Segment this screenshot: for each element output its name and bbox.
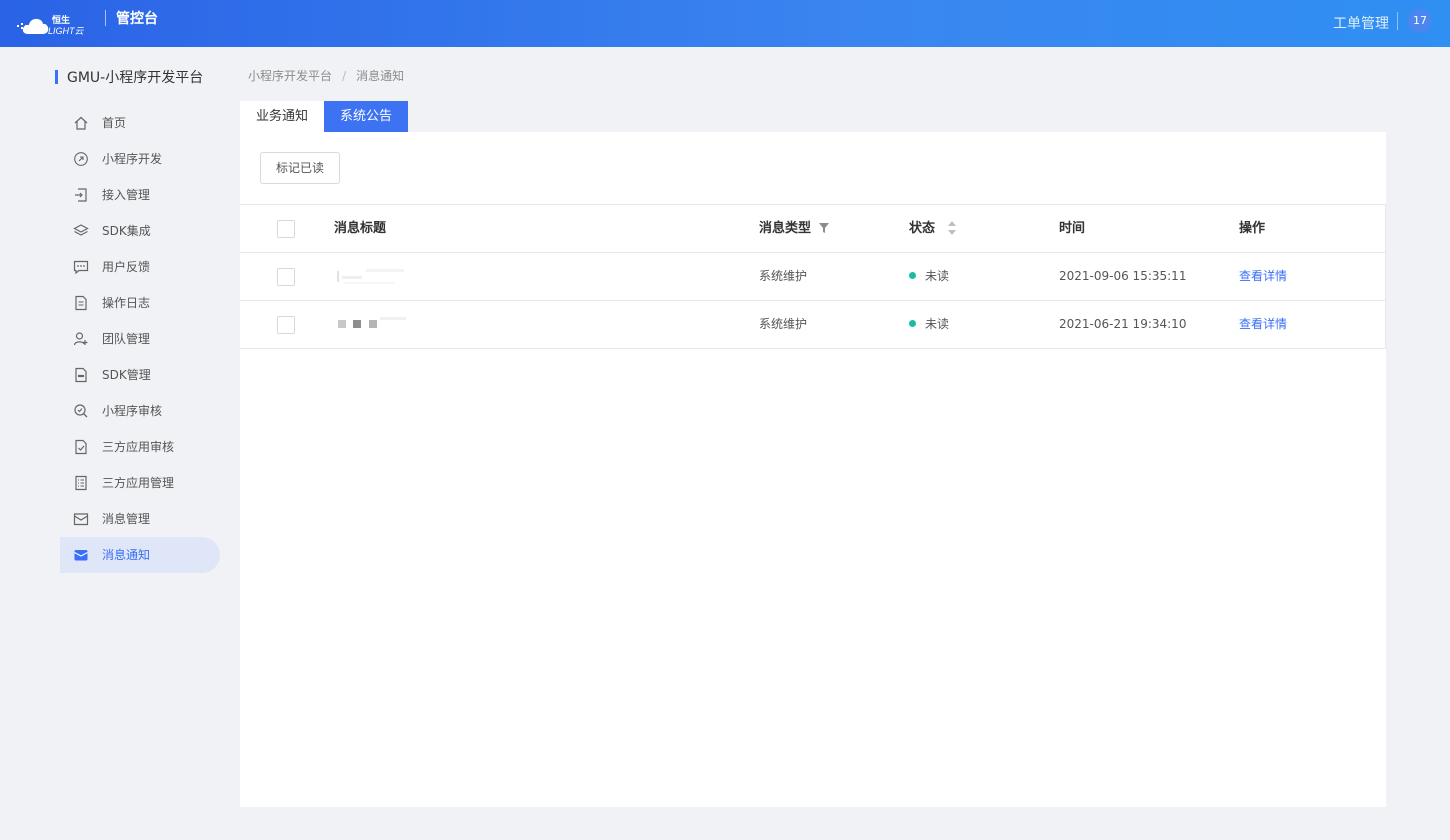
column-header-action: 操作 xyxy=(1239,221,1266,236)
sidebar-item-label: 小程序开发 xyxy=(102,152,163,166)
breadcrumb-separator: / xyxy=(342,69,347,83)
svg-text:恒生: 恒生 xyxy=(52,14,70,25)
app-title-accent-bar xyxy=(55,70,58,84)
user-add-icon xyxy=(73,332,88,346)
sidebar-item-label: 小程序审核 xyxy=(102,404,163,418)
content-panel: 标记已读 消息标题 消息类型 状态 时间 操作 系统维护 未读 2021-09-… xyxy=(240,132,1386,807)
sidebar-item-home[interactable]: 首页 xyxy=(60,105,220,141)
sidebar-item-team-management[interactable]: 团队管理 xyxy=(60,321,220,357)
redacted-title-image xyxy=(338,317,406,328)
row-status: 未读 xyxy=(909,301,949,348)
app-title-text: GMU-小程序开发平台 xyxy=(67,70,204,86)
sidebar-item-user-feedback[interactable]: 用户反馈 xyxy=(60,249,220,285)
sidebar-item-sdk-management[interactable]: SDK管理 xyxy=(60,357,220,393)
sidebar-item-label: 三方应用管理 xyxy=(102,476,175,490)
row-status-label: 未读 xyxy=(925,269,950,283)
check-file-icon xyxy=(75,439,87,455)
ticket-management-link[interactable]: 工单管理 xyxy=(1333,13,1389,33)
chat-icon xyxy=(73,260,89,275)
sidebar-item-message-notification[interactable]: 消息通知 xyxy=(60,537,220,573)
column-header-time: 时间 xyxy=(1059,221,1086,236)
sdk-file-icon xyxy=(75,367,87,383)
filter-icon[interactable] xyxy=(819,223,829,233)
row-status: 未读 xyxy=(909,253,949,300)
breadcrumb-item-current: 消息通知 xyxy=(356,69,405,83)
column-header-title: 消息标题 xyxy=(334,221,387,236)
sidebar-item-miniapp-review[interactable]: 小程序审核 xyxy=(60,393,220,429)
column-header-type-label: 消息类型 xyxy=(759,221,812,236)
sidebar-item-label: SDK集成 xyxy=(102,224,151,238)
status-unread-dot xyxy=(909,320,916,327)
breadcrumb: 小程序开发平台 / 消息通知 xyxy=(248,67,404,84)
list-file-icon xyxy=(75,475,87,491)
table-row: 系统维护 未读 2021-09-06 15:35:11 查看详情 xyxy=(240,253,1385,301)
sidebar-item-label: 操作日志 xyxy=(102,296,151,310)
sidebar-item-label: 首页 xyxy=(102,116,127,130)
sidebar-menu: 首页 小程序开发 接入管理 SDK集成 用户反馈 操作日志 团队管理 SDK管理… xyxy=(60,105,220,573)
row-type: 系统维护 xyxy=(759,269,808,283)
sidebar-item-label: 消息管理 xyxy=(102,512,151,526)
view-details-link[interactable]: 查看详情 xyxy=(1239,301,1287,348)
audit-search-icon xyxy=(74,404,88,418)
table-header-row: 消息标题 消息类型 状态 时间 操作 xyxy=(240,205,1385,253)
sidebar-item-sdk-integration[interactable]: SDK集成 xyxy=(60,213,220,249)
breadcrumb-item-platform[interactable]: 小程序开发平台 xyxy=(248,69,332,83)
sidebar-item-label: 团队管理 xyxy=(102,332,151,346)
row-checkbox[interactable] xyxy=(277,316,295,334)
sort-icon[interactable] xyxy=(947,221,957,235)
sidebar-item-message-management[interactable]: 消息管理 xyxy=(60,501,220,537)
logo-divider xyxy=(105,10,106,26)
column-header-type: 消息类型 xyxy=(759,205,839,252)
sidebar-item-label: 用户反馈 xyxy=(102,260,151,274)
redacted-title-image xyxy=(337,269,404,284)
tab-business-notice[interactable]: 业务通知 xyxy=(240,101,324,132)
sidebar-item-label: 三方应用审核 xyxy=(102,440,175,454)
mail-icon xyxy=(74,550,88,561)
hundsun-light-cloud-logo[interactable]: 恒生 LIGHT云 xyxy=(16,12,92,38)
svg-text:LIGHT云: LIGHT云 xyxy=(48,26,85,36)
header-divider xyxy=(1397,12,1398,30)
table-row: 系统维护 未读 2021-06-21 19:34:10 查看详情 xyxy=(240,301,1385,348)
row-time: 2021-06-21 19:34:10 xyxy=(1059,317,1187,331)
row-time: 2021-09-06 15:35:11 xyxy=(1059,269,1187,283)
layers-icon xyxy=(73,224,89,236)
row-checkbox[interactable] xyxy=(277,268,295,286)
sidebar-item-label: 消息通知 xyxy=(102,548,151,562)
sidebar-item-third-party-review[interactable]: 三方应用审核 xyxy=(60,429,220,465)
link-icon xyxy=(74,152,88,166)
column-header-status-label: 状态 xyxy=(909,221,936,236)
login-icon xyxy=(75,188,87,202)
mark-as-read-button[interactable]: 标记已读 xyxy=(260,152,340,184)
status-unread-dot xyxy=(909,272,916,279)
column-header-status: 状态 xyxy=(909,205,969,252)
tab-system-announcement[interactable]: 系统公告 xyxy=(324,101,408,132)
sidebar-item-operation-log[interactable]: 操作日志 xyxy=(60,285,220,321)
document-icon xyxy=(75,295,87,311)
home-icon xyxy=(74,116,88,130)
select-all-checkbox[interactable] xyxy=(277,220,295,238)
view-details-link[interactable]: 查看详情 xyxy=(1239,253,1287,300)
sidebar-item-third-party-management[interactable]: 三方应用管理 xyxy=(60,465,220,501)
message-table: 消息标题 消息类型 状态 时间 操作 系统维护 未读 2021-09-06 15… xyxy=(240,204,1386,349)
top-bar: 恒生 LIGHT云 管控台 工单管理 17 xyxy=(0,0,1450,47)
console-title: 管控台 xyxy=(116,11,158,27)
sidebar-item-miniapp-dev[interactable]: 小程序开发 xyxy=(60,141,220,177)
row-type: 系统维护 xyxy=(759,317,808,331)
row-status-label: 未读 xyxy=(925,317,950,331)
sidebar-item-label: SDK管理 xyxy=(102,368,151,382)
mailbox-icon xyxy=(73,513,89,526)
sidebar-item-label: 接入管理 xyxy=(102,188,151,202)
user-avatar[interactable]: 17 xyxy=(1408,9,1432,33)
sidebar-item-access-management[interactable]: 接入管理 xyxy=(60,177,220,213)
